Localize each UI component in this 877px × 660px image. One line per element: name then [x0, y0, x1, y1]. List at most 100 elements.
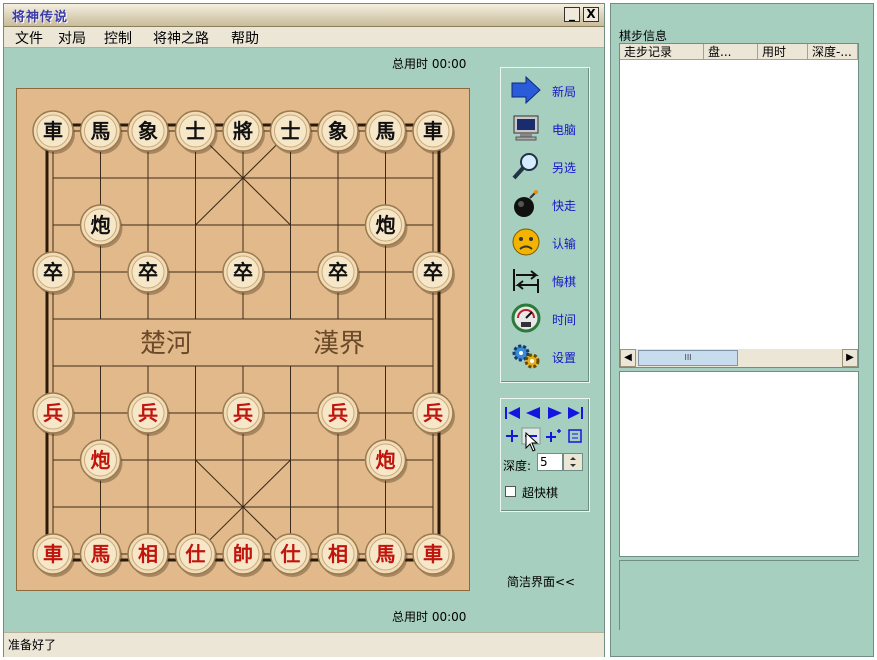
undo-button[interactable]: 悔棋 [508, 263, 586, 297]
river-left-text: 楚河 [140, 329, 192, 359]
red-piece[interactable]: 馬 [364, 533, 408, 577]
red-piece[interactable]: 兵 [412, 392, 455, 436]
horizontal-scrollbar[interactable]: ◀ III ▶ [620, 349, 858, 367]
resign-button[interactable]: 认输 [508, 225, 586, 259]
close-button[interactable]: X [583, 7, 599, 22]
red-piece[interactable]: 馬 [79, 533, 123, 577]
prev-move-icon[interactable] [526, 407, 540, 419]
arrow-icon [511, 75, 541, 105]
red-piece[interactable]: 炮 [364, 439, 408, 483]
piece-label: 炮 [376, 213, 396, 237]
time-button[interactable]: 时间 [508, 301, 586, 335]
column-time[interactable]: 用时 [758, 44, 808, 60]
black-piece[interactable]: 卒 [32, 251, 75, 295]
red-piece[interactable]: 兵 [222, 392, 265, 436]
scroll-left-icon[interactable]: ◀ [620, 349, 636, 367]
piece-label: 車 [423, 119, 443, 143]
nav-controls [505, 407, 583, 445]
red-piece[interactable]: 相 [127, 533, 170, 577]
comment-box[interactable] [619, 371, 859, 557]
time-label: 时间 [552, 313, 577, 327]
column-move-record[interactable]: 走步记录 [620, 44, 704, 60]
red-piece[interactable]: 車 [412, 533, 455, 577]
menu-road[interactable]: 将神之路 [150, 28, 212, 48]
red-piece[interactable]: 兵 [32, 392, 75, 436]
red-piece[interactable]: 相 [317, 533, 360, 577]
next-move-icon[interactable] [548, 407, 562, 419]
red-piece[interactable]: 帥 [222, 533, 265, 577]
computer-button[interactable]: 电脑 [508, 111, 586, 145]
new-game-label: 新局 [552, 85, 577, 99]
menu-control[interactable]: 控制 [101, 28, 135, 48]
depth-spinner[interactable] [563, 453, 583, 471]
black-piece[interactable]: 卒 [317, 251, 360, 295]
menu-help[interactable]: 帮助 [228, 28, 262, 48]
resign-label: 认输 [552, 237, 577, 251]
black-piece[interactable]: 炮 [364, 204, 408, 248]
fast-move-button[interactable]: 快走 [508, 187, 586, 221]
red-piece[interactable]: 炮 [79, 439, 123, 483]
river-right-text: 漢界 [313, 329, 365, 359]
black-piece[interactable]: 馬 [364, 110, 408, 154]
menu-bar: 文件 对局 控制 将神之路 帮助 [4, 27, 604, 48]
last-move-icon[interactable] [568, 407, 583, 419]
column-board[interactable]: 盘... [704, 44, 758, 60]
piece-label: 相 [138, 542, 158, 566]
title-bar: 将神传说 _ X [4, 4, 604, 27]
new-game-button[interactable]: 新局 [508, 73, 586, 107]
simple-ui-toggle[interactable]: 简洁界面<< [507, 573, 575, 590]
black-piece[interactable]: 馬 [79, 110, 123, 154]
scroll-right-icon[interactable]: ▶ [842, 349, 858, 367]
chess-board[interactable]: 楚河 漢界 車馬象士將士象馬車炮 炮卒卒卒卒卒兵兵兵兵兵炮 炮車馬相仕帥仕相馬車 [16, 88, 470, 591]
piece-label: 帥 [233, 542, 253, 566]
piece-label: 車 [43, 119, 63, 143]
select-button[interactable]: 另选 [508, 149, 586, 183]
add-icon[interactable] [506, 430, 518, 442]
gears-icon [512, 344, 540, 369]
undo-arrows-icon [513, 269, 539, 293]
black-piece[interactable]: 卒 [222, 251, 265, 295]
piece-label: 兵 [423, 401, 443, 425]
menu-game[interactable]: 对局 [55, 28, 89, 48]
black-piece[interactable]: 車 [32, 110, 75, 154]
total-time-top: 总用时 00:00 [392, 57, 467, 71]
fast-game-checkbox[interactable] [505, 486, 516, 497]
black-piece[interactable]: 士 [174, 110, 218, 154]
black-piece[interactable]: 象 [317, 110, 360, 154]
first-move-icon[interactable] [505, 407, 520, 419]
menu-file[interactable]: 文件 [12, 28, 46, 48]
column-depth[interactable]: 深度-... [808, 44, 858, 60]
list-icon[interactable] [568, 429, 582, 443]
black-piece[interactable]: 車 [412, 110, 455, 154]
piece-label: 車 [423, 542, 443, 566]
fast-game-label: 超快棋 [522, 486, 559, 500]
red-piece[interactable]: 車 [32, 533, 75, 577]
add-branch-icon[interactable] [546, 429, 561, 442]
settings-button[interactable]: 设置 [508, 339, 586, 373]
piece-label: 仕 [280, 542, 301, 566]
fast-move-label: 快走 [552, 199, 577, 213]
red-piece[interactable]: 仕 [269, 533, 313, 577]
depth-input[interactable]: 5 [537, 453, 563, 471]
minimize-button[interactable]: _ [564, 7, 580, 22]
black-piece[interactable]: 象 [127, 110, 170, 154]
black-piece[interactable]: 炮 [79, 204, 123, 248]
board-grid [45, 123, 441, 562]
sad-face-icon [512, 228, 540, 256]
piece-label: 象 [328, 119, 348, 143]
scroll-thumb[interactable]: III [638, 350, 738, 366]
piece-label: 象 [138, 119, 158, 143]
piece-label: 兵 [138, 401, 158, 425]
piece-label: 馬 [376, 119, 396, 143]
black-piece[interactable]: 士 [269, 110, 313, 154]
black-piece[interactable]: 將 [222, 110, 265, 154]
monitor-icon [513, 115, 539, 141]
red-piece[interactable]: 兵 [127, 392, 170, 436]
black-piece[interactable]: 卒 [412, 251, 455, 295]
red-piece[interactable]: 兵 [317, 392, 360, 436]
piece-label: 馬 [91, 119, 111, 143]
black-piece[interactable]: 卒 [127, 251, 170, 295]
move-list[interactable]: 走步记录 盘... 用时 深度-... ◀ III ▶ [619, 43, 859, 368]
piece-label: 卒 [328, 260, 348, 284]
red-piece[interactable]: 仕 [174, 533, 218, 577]
